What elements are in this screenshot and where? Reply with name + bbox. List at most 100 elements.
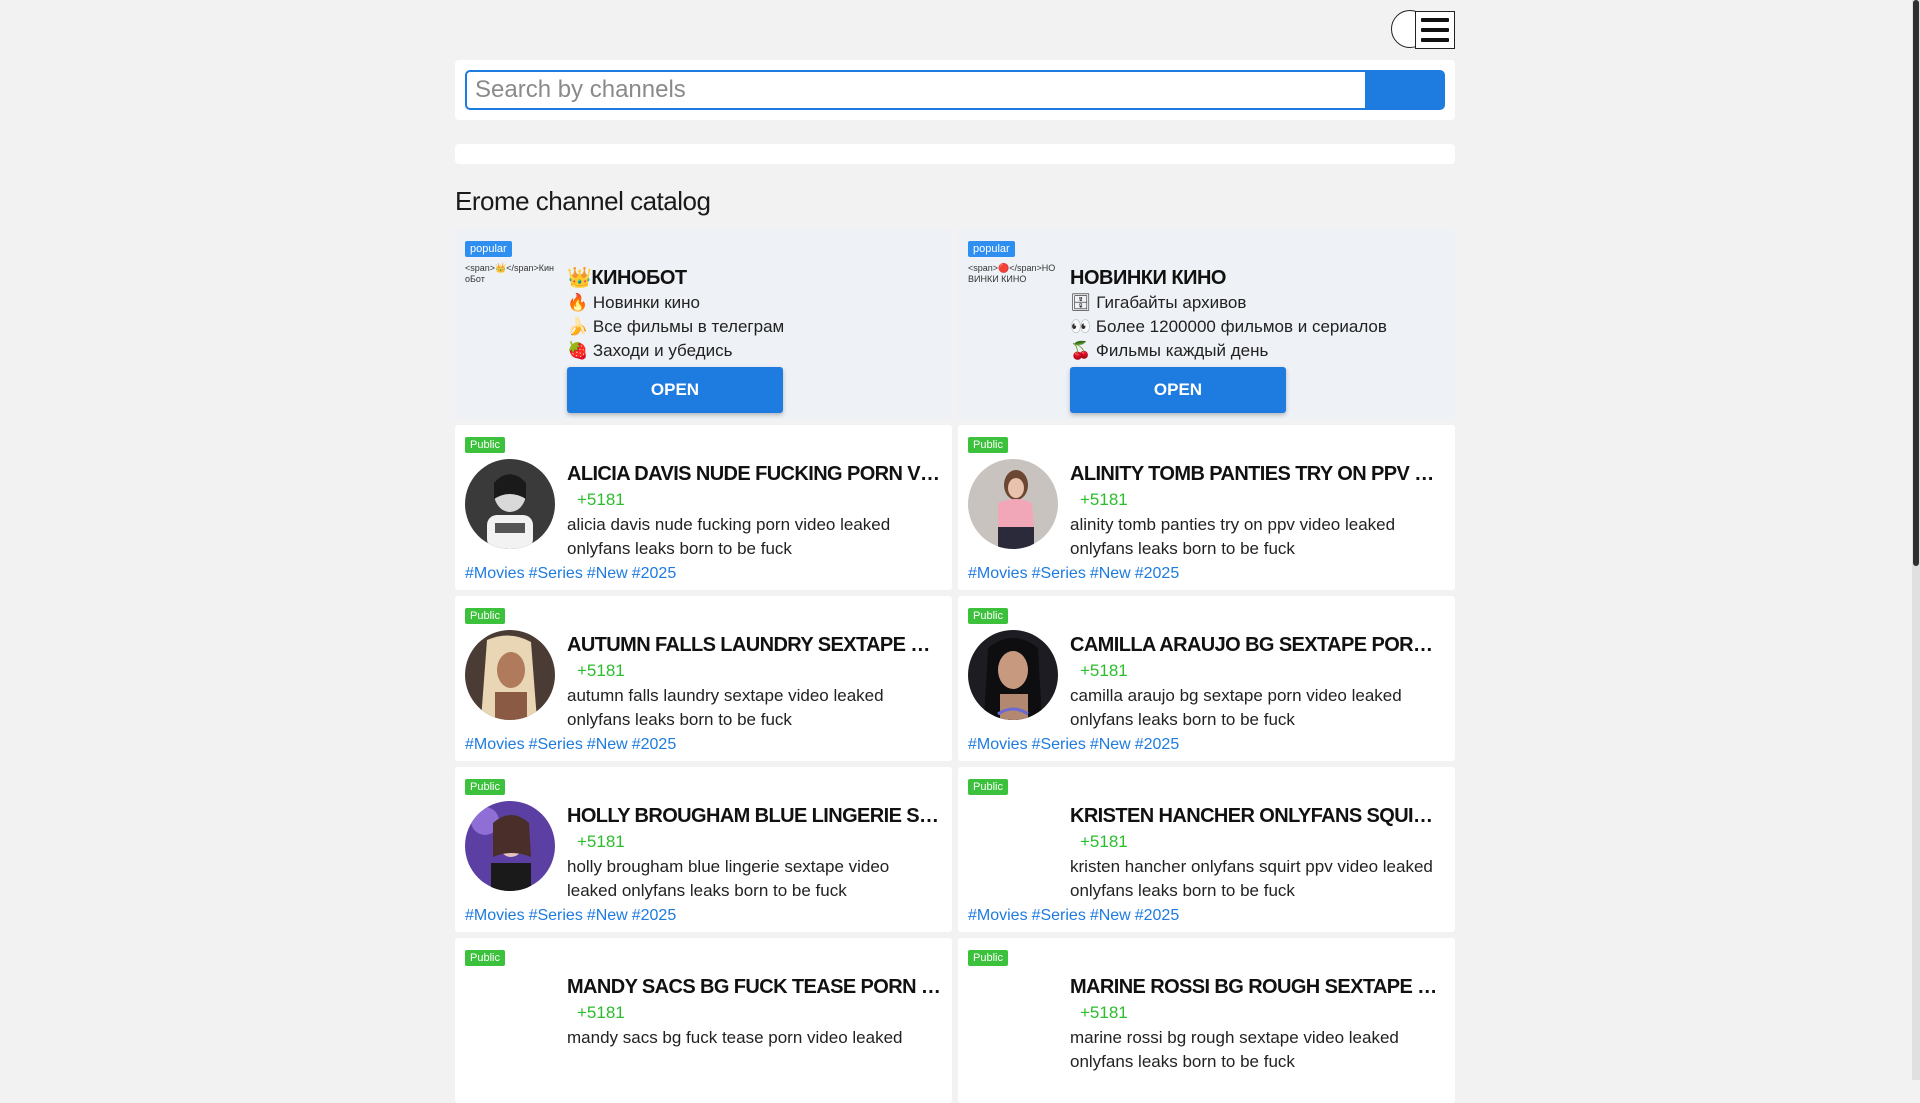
subscriber-count: +5181: [1080, 832, 1128, 851]
public-badge: Public: [968, 779, 1008, 795]
open-button[interactable]: OPEN: [567, 367, 783, 413]
subscriber-count: +5181: [1080, 490, 1128, 509]
promo-content: НОВИНКИ КИНО 🗄 Гигабайты архивов 👀 Более…: [1070, 265, 1445, 413]
tag-link[interactable]: #Series: [1032, 736, 1086, 753]
banner-strip: [455, 144, 1455, 164]
channel-title[interactable]: ALINITY TOMB PANTIES TRY ON PPV VIDEO LE…: [1070, 461, 1445, 487]
tag-link[interactable]: #Series: [1032, 565, 1086, 582]
channel-title[interactable]: HOLLY BROUGHAM BLUE LINGERIE SEXTAPE VID…: [567, 803, 942, 829]
scrollbar-thumb[interactable]: [1913, 0, 1919, 566]
promo-card: popular <span>🔴</span>НОВИНКИ КИНО НОВИН…: [958, 229, 1455, 419]
public-badge: Public: [968, 437, 1008, 453]
channel-description: marine rossi bg rough sextape video leak…: [1070, 1028, 1399, 1071]
channel-description: mandy sacs bg fuck tease porn video leak…: [567, 1028, 903, 1047]
promo-avatar: <span>👑</span>КиноБот: [465, 263, 555, 284]
tag-list: #Movies #Series #New #2025: [465, 907, 680, 925]
tag-link[interactable]: #New: [587, 565, 628, 582]
tag-link[interactable]: #New: [1090, 907, 1131, 924]
channel-content: ALICIA DAVIS NUDE FUCKING PORN VIDEO LEA…: [567, 461, 942, 561]
page-title: Erome channel catalog: [455, 186, 711, 216]
promo-line: 🍓 Заходи и убедись: [567, 341, 733, 360]
channel-title[interactable]: KRISTEN HANCHER ONLYFANS SQUIRT PPV VIDE…: [1070, 803, 1445, 829]
channel-avatar[interactable]: [968, 459, 1058, 549]
channel-content: MARINE ROSSI BG ROUGH SEXTAPE VIDEO LEAK…: [1070, 974, 1445, 1074]
tag-link[interactable]: #New: [1090, 736, 1131, 753]
tag-link[interactable]: #Series: [1032, 907, 1086, 924]
promo-title[interactable]: 👑КИНОБОТ: [567, 265, 942, 291]
popular-badge: popular: [968, 241, 1015, 257]
promo-line: 🔥 Новинки кино: [567, 293, 700, 312]
public-badge: Public: [465, 608, 505, 624]
tag-link[interactable]: #New: [1090, 565, 1131, 582]
search-input[interactable]: [465, 70, 1365, 110]
tag-link[interactable]: #Movies: [968, 565, 1028, 582]
channel-description: kristen hancher onlyfans squirt ppv vide…: [1070, 857, 1433, 900]
channel-description: camilla araujo bg sextape porn video lea…: [1070, 686, 1402, 729]
tag-link[interactable]: #2025: [632, 736, 677, 753]
channel-avatar[interactable]: [968, 630, 1058, 720]
tag-link[interactable]: #Series: [529, 565, 583, 582]
channel-description: alicia davis nude fucking porn video lea…: [567, 515, 891, 558]
tag-list: #Movies #Series #New #2025: [968, 907, 1183, 925]
open-button[interactable]: OPEN: [1070, 367, 1286, 413]
channel-avatar[interactable]: [465, 459, 555, 549]
channel-description: alinity tomb panties try on ppv video le…: [1070, 515, 1396, 558]
promo-card: popular <span>👑</span>КиноБот 👑КИНОБОТ 🔥…: [455, 229, 952, 419]
channel-avatar[interactable]: [968, 801, 1058, 891]
channel-card[interactable]: Public KRISTEN HANCHER ONLYFANS SQUIRT P…: [958, 767, 1455, 932]
tag-list: #Movies #Series #New #2025: [465, 565, 680, 583]
promo-content: 👑КИНОБОТ 🔥 Новинки кино 🍌 Все фильмы в т…: [567, 265, 942, 413]
public-badge: Public: [968, 950, 1008, 966]
channel-avatar[interactable]: [465, 630, 555, 720]
tag-link[interactable]: #New: [587, 907, 628, 924]
channel-card[interactable]: Public MANDY SACS BG FUCK TEASE PORN VID…: [455, 938, 952, 1103]
top-bar: [455, 0, 1455, 60]
promo-avatar: <span>🔴</span>НОВИНКИ КИНО: [968, 263, 1056, 284]
channel-card[interactable]: Public AUTUMN FALLS LAUNDRY SEXTAPE VIDE…: [455, 596, 952, 761]
tag-link[interactable]: #2025: [632, 565, 677, 582]
search-button[interactable]: [1365, 70, 1445, 110]
search-panel: [455, 60, 1455, 120]
subscriber-count: +5181: [1080, 1003, 1128, 1022]
channel-title[interactable]: MANDY SACS BG FUCK TEASE PORN VIDEO LEAK…: [567, 974, 942, 1000]
channel-grid: popular <span>👑</span>КиноБот 👑КИНОБОТ 🔥…: [455, 229, 1455, 1103]
tag-link[interactable]: #Movies: [465, 565, 525, 582]
channel-card[interactable]: Public ALICIA DAVIS NUDE FUCKING PORN VI…: [455, 425, 952, 590]
public-badge: Public: [968, 608, 1008, 624]
channel-title[interactable]: CAMILLA ARAUJO BG SEXTAPE PORN VIDEO LEA…: [1070, 632, 1445, 658]
public-badge: Public: [465, 950, 505, 966]
subscriber-count: +5181: [577, 832, 625, 851]
channel-title[interactable]: MARINE ROSSI BG ROUGH SEXTAPE VIDEO LEAK…: [1070, 974, 1445, 1000]
tag-link[interactable]: #Movies: [968, 907, 1028, 924]
tag-link[interactable]: #Movies: [968, 736, 1028, 753]
channel-content: CAMILLA ARAUJO BG SEXTAPE PORN VIDEO LEA…: [1070, 632, 1445, 732]
channel-title[interactable]: ALICIA DAVIS NUDE FUCKING PORN VIDEO LEA…: [567, 461, 942, 487]
tag-link[interactable]: #Series: [529, 907, 583, 924]
tag-link[interactable]: #2025: [1135, 565, 1180, 582]
promo-line: 🗄 Гигабайты архивов: [1070, 293, 1247, 312]
page-scrollbar[interactable]: [1912, 0, 1920, 1080]
tag-link[interactable]: #2025: [632, 907, 677, 924]
channel-card[interactable]: Public CAMILLA ARAUJO BG SEXTAPE PORN VI…: [958, 596, 1455, 761]
channel-content: ALINITY TOMB PANTIES TRY ON PPV VIDEO LE…: [1070, 461, 1445, 561]
channel-card[interactable]: Public MARINE ROSSI BG ROUGH SEXTAPE VID…: [958, 938, 1455, 1103]
channel-avatar[interactable]: [465, 801, 555, 891]
channel-avatar[interactable]: [968, 972, 1058, 1062]
channel-title[interactable]: AUTUMN FALLS LAUNDRY SEXTAPE VIDEO LEAKE…: [567, 632, 942, 658]
subscriber-count: +5181: [1080, 661, 1128, 680]
hamburger-menu-icon[interactable]: [1415, 11, 1455, 49]
popular-badge: popular: [465, 241, 512, 257]
tag-link[interactable]: #Series: [529, 736, 583, 753]
channel-card[interactable]: Public ALINITY TOMB PANTIES TRY ON PPV V…: [958, 425, 1455, 590]
public-badge: Public: [465, 437, 505, 453]
subscriber-count: +5181: [577, 661, 625, 680]
channel-avatar[interactable]: [465, 972, 555, 1062]
tag-link[interactable]: #Movies: [465, 736, 525, 753]
tag-link[interactable]: #2025: [1135, 907, 1180, 924]
tag-list: #Movies #Series #New #2025: [968, 565, 1183, 583]
promo-title[interactable]: НОВИНКИ КИНО: [1070, 265, 1445, 291]
channel-card[interactable]: Public HOLLY BROUGHAM BLUE LINGERIE SEXT…: [455, 767, 952, 932]
tag-link[interactable]: #New: [587, 736, 628, 753]
tag-link[interactable]: #2025: [1135, 736, 1180, 753]
tag-link[interactable]: #Movies: [465, 907, 525, 924]
